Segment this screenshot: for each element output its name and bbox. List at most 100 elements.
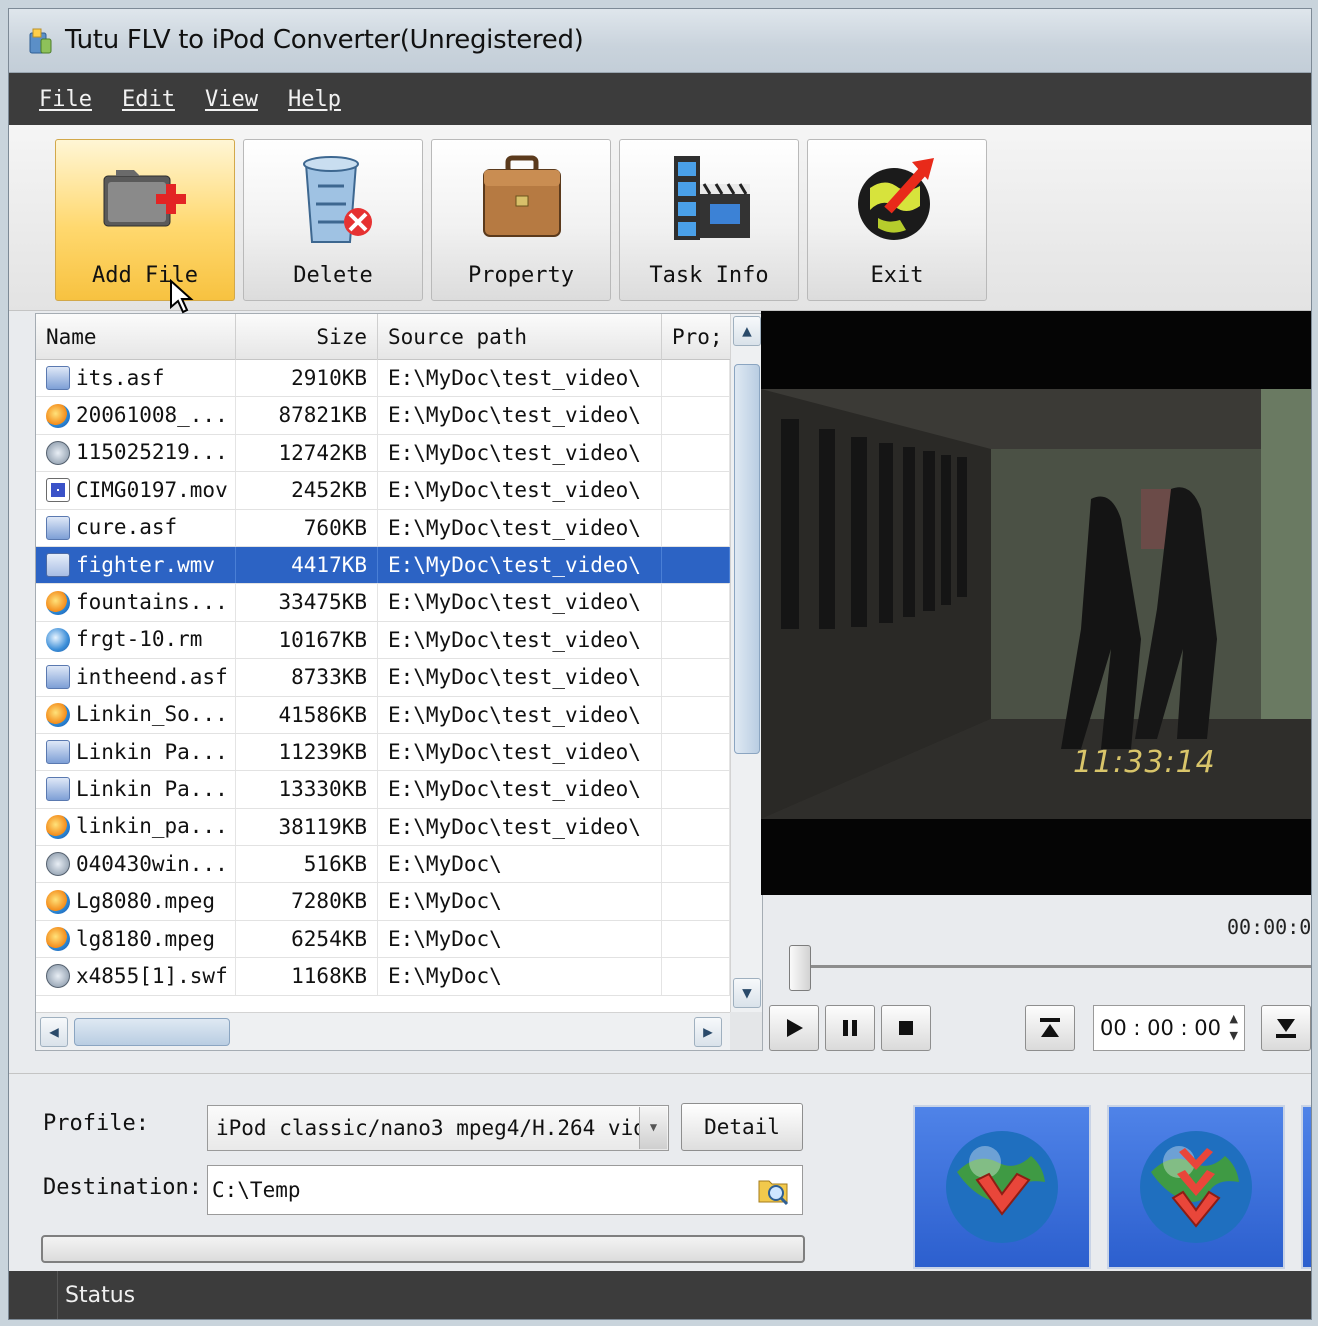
file-name-cell: Linkin_So...	[36, 696, 236, 733]
menu-help[interactable]: Help	[288, 87, 341, 112]
file-source-path: E:\MyDoc\test_video\	[378, 434, 662, 472]
time-input[interactable]: 00 : 00 : 00 ▲ ▼	[1093, 1005, 1245, 1051]
file-size: 4417KB	[236, 546, 378, 584]
file-row[interactable]: cure.asf 760KB E:\MyDoc\test_video\	[36, 509, 730, 547]
globe-check-icon	[946, 1131, 1058, 1243]
destination-input[interactable]: C:\Temp	[207, 1165, 803, 1215]
file-row[interactable]: Linkin Pa... 13330KB E:\MyDoc\test_video\	[36, 771, 730, 809]
file-row[interactable]: linkin_pa... 38119KB E:\MyDoc\test_video\	[36, 808, 730, 847]
file-row[interactable]: x4855[1].swf 1168KB E:\MyDoc\	[36, 958, 730, 996]
extra-action-button[interactable]	[1301, 1105, 1311, 1269]
file-progress	[662, 771, 730, 808]
file-row[interactable]: Linkin Pa... 11239KB E:\MyDoc\test_video\	[36, 733, 730, 772]
media-file-icon	[46, 702, 70, 727]
set-start-button[interactable]	[1025, 1005, 1075, 1051]
file-row[interactable]: 115025219... 12742KB E:\MyDoc\test_video\	[36, 434, 730, 473]
file-name: linkin_pa...	[76, 814, 228, 839]
file-progress	[662, 958, 730, 995]
media-file-icon	[46, 814, 70, 839]
file-row[interactable]: Lg8080.mpeg 7280KB E:\MyDoc\	[36, 883, 730, 921]
file-size: 41586KB	[236, 696, 378, 733]
file-source-path: E:\MyDoc\test_video\	[378, 733, 662, 771]
file-name: Lg8080.mpeg	[76, 889, 216, 914]
column-header-size[interactable]: Size	[236, 314, 378, 360]
media-file-icon	[46, 927, 70, 952]
video-timestamp: 11:33:14	[1073, 745, 1216, 780]
menu-file[interactable]: File	[39, 87, 92, 112]
file-name: cure.asf	[76, 515, 178, 540]
file-name: Linkin_So...	[76, 702, 228, 727]
scroll-down-icon[interactable]: ▼	[733, 978, 761, 1008]
time-spinner-icon[interactable]: ▲ ▼	[1230, 1010, 1238, 1044]
menu-edit[interactable]: Edit	[122, 87, 175, 112]
file-size: 13330KB	[236, 771, 378, 808]
horizontal-scrollbar[interactable]: ◀ ▶	[36, 1012, 730, 1050]
file-row[interactable]: intheend.asf 8733KB E:\MyDoc\test_video\	[36, 659, 730, 697]
column-header-pro[interactable]: Pro;	[662, 314, 730, 360]
delete-button[interactable]: Delete	[243, 139, 423, 301]
film-clapper-icon	[674, 156, 750, 240]
mouse-cursor-icon	[170, 279, 194, 314]
file-name: fountains...	[76, 590, 228, 615]
file-row[interactable]: 20061008_... 87821KB E:\MyDoc\test_video\	[36, 397, 730, 435]
property-button[interactable]: Property	[431, 139, 611, 301]
rm-file-icon	[46, 627, 70, 652]
file-row[interactable]: its.asf 2910KB E:\MyDoc\test_video\	[36, 360, 730, 398]
stop-button[interactable]	[881, 1005, 931, 1051]
add-file-button[interactable]: Add File	[55, 139, 235, 301]
set-end-icon	[1276, 1019, 1296, 1038]
file-row[interactable]: fountains... 33475KB E:\MyDoc\test_video\	[36, 584, 730, 622]
file-progress	[662, 397, 730, 434]
exit-button[interactable]: Exit	[807, 139, 987, 301]
file-progress	[662, 808, 730, 846]
globe-exit-icon	[858, 158, 934, 240]
file-name: x4855[1].swf	[76, 963, 228, 988]
video-scene-image	[761, 389, 1311, 819]
set-end-button[interactable]	[1261, 1005, 1311, 1051]
file-row[interactable]: fighter.wmv 4417KB E:\MyDoc\test_video\	[36, 546, 730, 585]
play-button[interactable]	[769, 1005, 819, 1051]
file-row[interactable]: Linkin_So... 41586KB E:\MyDoc\test_video\	[36, 696, 730, 734]
task-info-button[interactable]: Task Info	[619, 139, 799, 301]
detail-button[interactable]: Detail	[681, 1103, 803, 1151]
swf-file-icon	[46, 852, 70, 877]
video-frame: 11:33:14	[761, 389, 1311, 819]
file-row[interactable]: 040430win... 516KB E:\MyDoc\	[36, 846, 730, 884]
file-name-cell: Lg8080.mpeg	[36, 883, 236, 920]
convert-button[interactable]	[913, 1105, 1091, 1269]
profile-select[interactable]: iPod classic/nano3 mpeg4/H.264 vid	[207, 1105, 669, 1151]
file-name: frgt-10.rm	[76, 627, 203, 652]
browse-folder-icon[interactable]	[757, 1173, 791, 1207]
convert-all-button[interactable]	[1107, 1105, 1285, 1269]
file-source-path: E:\MyDoc\	[378, 958, 662, 995]
file-size: 8733KB	[236, 659, 378, 696]
media-file-icon	[46, 403, 70, 428]
media-file-icon	[46, 590, 70, 615]
file-progress	[662, 920, 730, 958]
vertical-scroll-thumb[interactable]	[734, 364, 760, 754]
pause-button[interactable]	[825, 1005, 875, 1051]
recycle-bin-icon	[303, 156, 372, 243]
file-row[interactable]: CIMG0197.mov 2452KB E:\MyDoc\test_video\	[36, 472, 730, 510]
horizontal-scroll-thumb[interactable]	[74, 1018, 230, 1046]
scroll-right-icon[interactable]: ▶	[694, 1017, 722, 1047]
file-row[interactable]: frgt-10.rm 10167KB E:\MyDoc\test_video\	[36, 621, 730, 660]
menu-view[interactable]: View	[205, 87, 258, 112]
file-name: Linkin Pa...	[76, 739, 228, 764]
file-size: 2452KB	[236, 472, 378, 509]
vertical-scrollbar[interactable]: ▲ ▼	[730, 314, 762, 1014]
status-bar: Status	[9, 1271, 1311, 1319]
column-header-source-path[interactable]: Source path	[378, 314, 662, 360]
file-progress	[662, 659, 730, 696]
scroll-up-icon[interactable]: ▲	[733, 316, 761, 346]
seek-slider-handle[interactable]	[789, 945, 811, 991]
file-source-path: E:\MyDoc\test_video\	[378, 771, 662, 808]
scroll-left-icon[interactable]: ◀	[40, 1017, 68, 1047]
column-header-name[interactable]: Name	[36, 314, 236, 360]
file-progress	[662, 584, 730, 621]
chevron-down-icon[interactable]: ▼	[639, 1107, 667, 1149]
current-time-label: 00:00:0	[1227, 915, 1312, 939]
seek-track[interactable]	[789, 965, 1311, 968]
file-row[interactable]: lg8180.mpeg 6254KB E:\MyDoc\	[36, 920, 730, 959]
file-list[interactable]: Name Size Source path Pro; its.asf 2910KB…	[35, 313, 763, 1051]
